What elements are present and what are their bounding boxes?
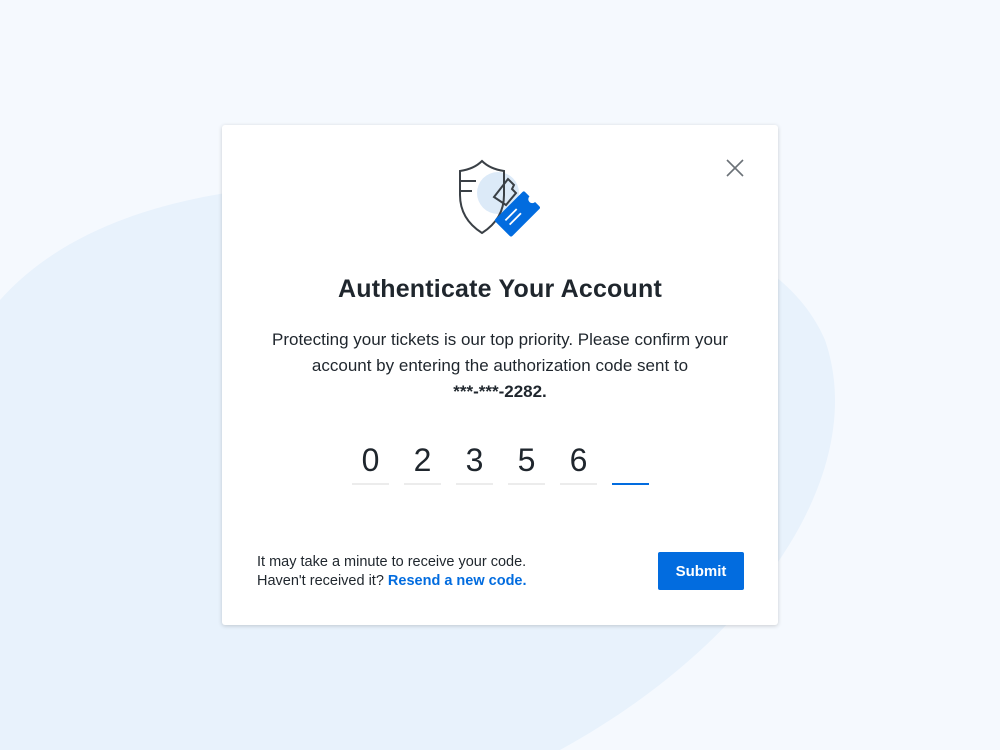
hint-question: Haven't received it? xyxy=(257,573,384,589)
hint-line-1: It may take a minute to receive your cod… xyxy=(257,554,527,570)
hint-line-2: Haven't received it? Resend a new code. xyxy=(257,572,637,591)
resend-hint: It may take a minute to receive your cod… xyxy=(257,553,637,591)
code-digit-1[interactable] xyxy=(352,437,389,485)
code-digit-6[interactable] xyxy=(612,437,649,485)
code-digit-2[interactable] xyxy=(404,437,441,485)
code-digit-5[interactable] xyxy=(560,437,597,485)
shield-ticket-icon xyxy=(459,159,540,237)
submit-button[interactable]: Submit xyxy=(658,552,744,590)
code-input-group xyxy=(352,437,649,487)
code-digit-4[interactable] xyxy=(508,437,545,485)
masked-phone-number: ***-***-2282. xyxy=(453,382,547,401)
resend-code-link[interactable]: Resend a new code. xyxy=(388,573,527,589)
modal-description: Protecting your tickets is our top prior… xyxy=(252,327,748,405)
modal-title: Authenticate Your Account xyxy=(337,275,662,303)
close-icon xyxy=(726,159,744,177)
close-button[interactable] xyxy=(722,155,748,181)
description-text: Protecting your tickets is our top prior… xyxy=(271,330,729,375)
authenticate-modal: Authenticate Your Account Protecting you… xyxy=(222,125,778,625)
code-digit-3[interactable] xyxy=(456,437,493,485)
